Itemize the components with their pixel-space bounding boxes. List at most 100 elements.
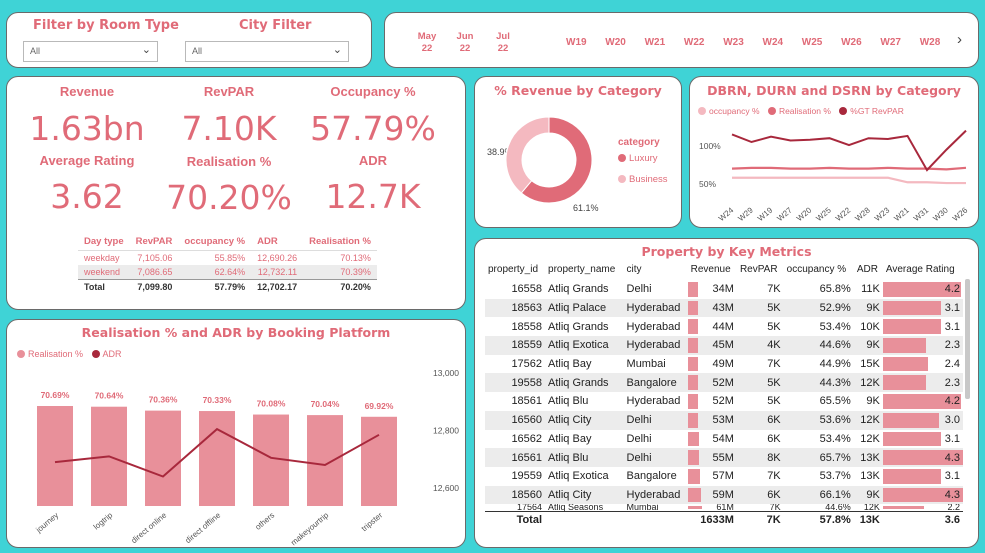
property-table: property_id property_name city Revenue RevPA… <box>485 261 963 528</box>
legend-label: occupancy % <box>709 106 760 116</box>
bar-data-label: 70.64% <box>95 391 124 401</box>
table-total-row: Total 7,099.80 57.79% 12,702.17 70.20% <box>78 279 377 294</box>
col-header-property-id[interactable]: property_id <box>485 261 545 280</box>
cell: 12K <box>863 504 880 512</box>
table-row[interactable]: 17564 Atliq Seasons Mumbai 61M 7K 44.6% 12K 2.2 <box>485 504 963 512</box>
table-row[interactable]: 18559 Atliq Exotica Hyderabad 45M 4K 44.6% 9K 2… <box>485 336 963 355</box>
col-header-adr[interactable]: ADR <box>854 261 883 280</box>
dbrn-line-chart: 100% 50% W24 W29 W19 W27 W20 W25 W22 W28 W23 W21 W31… <box>699 129 970 223</box>
table-row[interactable]: 16561 Atliq Blu Delhi 55M 8K 65.7% 13K 4.3 <box>485 448 963 467</box>
rating-bar <box>882 375 926 391</box>
table-row[interactable]: 19558 Atliq Grands Bangalore 52M 5K 44.3% 12K 2… <box>485 373 963 393</box>
week-option[interactable]: W22 <box>684 37 705 48</box>
donut-chart: 38.9% 61.1% <box>487 116 599 213</box>
table-row[interactable]: 18563 Atliq Palace Hyderabad 43M 5K 52.9% 9K 3.… <box>485 298 963 318</box>
cell: 62.64% <box>178 265 252 280</box>
cell: 5K <box>767 395 781 408</box>
cell: 7,099.80 <box>129 279 179 294</box>
cell: 16562 <box>511 432 543 445</box>
scrollbar[interactable] <box>965 279 970 399</box>
week-option[interactable]: W28 <box>920 37 941 48</box>
y-tick-label: 100% <box>699 141 721 151</box>
dbrn-legend: occupancy % Realisation % %GT RevPAR <box>698 106 904 116</box>
cell: Total <box>485 511 546 528</box>
cell: 2.2 <box>882 504 963 512</box>
revenue-label: Revenue <box>59 84 115 99</box>
table-row[interactable]: weekday 7,105.06 55.85% 12,690.26 70.13% <box>78 250 377 265</box>
cell: 44.6% <box>783 336 854 355</box>
col-header-occupancy-[interactable]: occupancy % <box>784 261 854 280</box>
dbrn-title: DBRN, DURN and DSRN by Category <box>707 83 961 98</box>
table-row[interactable]: 16560 Atliq City Delhi 53M 6K 53.6% 12K 3.0 <box>485 410 963 430</box>
col-header-property-name[interactable]: property_name <box>545 261 624 280</box>
table-row[interactable]: 16558 Atliq Grands Delhi 34M 7K 65.8% 11K 4.2 <box>485 280 963 299</box>
x-tick-label: tripster <box>360 510 385 533</box>
cell: 55.85% <box>178 250 252 265</box>
chevron-right-icon[interactable]: › <box>957 31 962 48</box>
cell: 12,702.17 <box>251 279 304 294</box>
week-option[interactable]: W20 <box>605 37 626 48</box>
col-header-city[interactable]: city <box>624 261 688 280</box>
table-row[interactable]: weekend 7,086.65 62.64% 12,732.11 70.39% <box>78 265 377 280</box>
series-line-0[interactable] <box>732 176 966 185</box>
cell: 9K <box>853 336 883 355</box>
adr-label: ADR <box>358 153 388 168</box>
cell: Atliq City <box>545 410 624 430</box>
month-option[interactable]: May 22 <box>413 31 441 55</box>
cell: Atliq Exotica <box>545 336 624 355</box>
city-dropdown[interactable]: All ⌄ <box>185 41 349 62</box>
room-type-dropdown[interactable]: All ⌄ <box>23 41 158 62</box>
week-option[interactable]: W25 <box>802 37 823 48</box>
filter-panel: Filter by Room Type City Filter All ⌄ Al… <box>6 12 372 68</box>
cell: Bangalore <box>623 373 688 393</box>
legend-item-business[interactable]: Business <box>618 174 668 185</box>
week-option[interactable]: W24 <box>763 37 784 48</box>
week-option[interactable]: W27 <box>880 37 901 48</box>
table-row[interactable]: 17562 Atliq Bay Mumbai 49M 7K 44.9% 15K 2.4 <box>485 355 963 374</box>
week-option[interactable]: W23 <box>723 37 744 48</box>
cell: 19559 <box>511 470 543 483</box>
revenue-bar <box>687 394 698 409</box>
cell: 54M <box>687 430 737 449</box>
series-line-2[interactable] <box>731 129 967 172</box>
week-option[interactable]: W21 <box>645 37 666 48</box>
cell: Bangalore <box>626 470 677 483</box>
legend-item-luxury[interactable]: Luxury <box>618 153 658 164</box>
cell: 6K <box>767 432 781 445</box>
week-option[interactable]: W19 <box>566 37 587 48</box>
table-row[interactable]: 18558 Atliq Grands Hyderabad 44M 5K 53.4% 10K 3… <box>485 317 963 336</box>
bar-journey[interactable] <box>37 406 73 506</box>
rating-bar <box>882 319 941 335</box>
cell: 17562 <box>511 358 543 371</box>
cell: 65.5% <box>819 395 851 408</box>
table-row[interactable]: 18560 Atliq City Hyderabad 59M 6K 66.1% 9K 4.3 <box>485 485 963 505</box>
table-row[interactable]: 19559 Atliq Exotica Bangalore 57M 7K 53.7% 13K… <box>485 467 963 486</box>
bar-tripster[interactable] <box>361 416 397 506</box>
week-option[interactable]: W26 <box>841 37 862 48</box>
cell: 44M <box>687 317 737 336</box>
revenue-bar <box>687 487 701 503</box>
col-header-revenue[interactable]: Revenue <box>688 261 737 280</box>
bar-direct-offline[interactable] <box>199 411 235 506</box>
month-option[interactable]: Jul 22 <box>489 31 517 55</box>
col-header-revpar[interactable]: RevPAR <box>737 261 784 280</box>
cell: 6K <box>736 485 784 505</box>
table-row[interactable]: 18561 Atliq Blu Hyderabad 52M 5K 65.5% 9K 4.2 <box>485 392 963 411</box>
series-line-1[interactable] <box>731 166 967 171</box>
col-header-average-rating[interactable]: Average Rating <box>883 261 963 280</box>
property-panel: Property by Key Metrics property_id prope… <box>474 238 979 548</box>
bar-makeyourtrip[interactable] <box>307 415 343 506</box>
donut-slice-business[interactable] <box>505 116 550 194</box>
cell: 15K <box>860 358 880 371</box>
legend-label: %GT RevPAR <box>850 106 904 116</box>
x-tick-label: W29 <box>736 205 755 223</box>
revenue-bar <box>687 338 698 353</box>
cell: Atliq Exotica <box>548 470 609 483</box>
bar-direct-online[interactable] <box>145 410 181 506</box>
month-option[interactable]: Jun 22 <box>451 31 479 55</box>
x-tick-label: W25 <box>814 205 833 223</box>
cell: 57M <box>687 467 737 486</box>
cell: 7K <box>767 470 781 483</box>
cell: Atliq Seasons <box>548 504 604 512</box>
table-row[interactable]: 16562 Atliq Bay Delhi 54M 6K 53.4% 12K 3.1 <box>485 430 963 449</box>
